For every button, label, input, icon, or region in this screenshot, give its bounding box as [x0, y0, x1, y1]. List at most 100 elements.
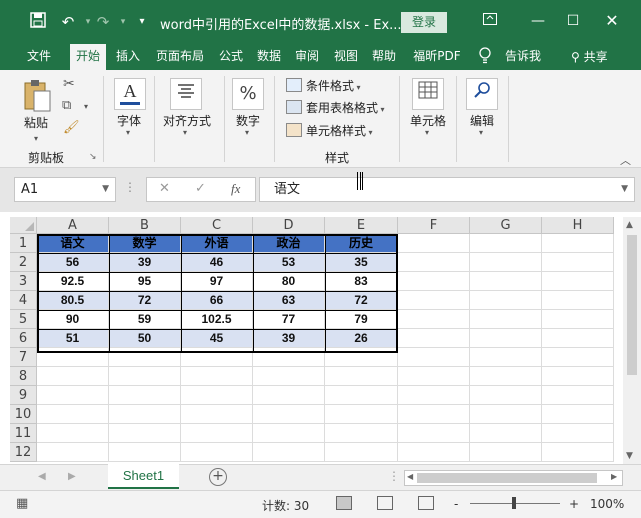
- cell-c9[interactable]: [181, 386, 253, 405]
- cell-h9[interactable]: [542, 386, 614, 405]
- tab-formulas[interactable]: 公式: [214, 44, 248, 70]
- row-header-10[interactable]: 10: [10, 405, 37, 424]
- format-as-table-button[interactable]: 套用表格格式 ▾: [286, 98, 385, 118]
- scroll-up-icon[interactable]: ▲: [626, 220, 633, 230]
- expand-formula-bar-icon[interactable]: ▼: [621, 178, 628, 201]
- add-sheet-icon[interactable]: +: [209, 468, 227, 486]
- alignment-dropdown-icon[interactable]: ▾: [183, 128, 187, 137]
- cell-g7[interactable]: [470, 348, 542, 367]
- cell-e3[interactable]: 83: [325, 272, 398, 291]
- cell-e7[interactable]: [325, 348, 398, 367]
- page-layout-view-icon[interactable]: [377, 496, 393, 510]
- tab-home[interactable]: 开始: [70, 44, 106, 70]
- share-button[interactable]: ⚲ 共享: [571, 48, 608, 65]
- horizontal-scrollbar[interactable]: ◀ ▶: [404, 470, 623, 486]
- cell-e12[interactable]: [325, 443, 398, 462]
- save-icon[interactable]: [28, 12, 48, 32]
- cell-h7[interactable]: [542, 348, 614, 367]
- horizontal-scroll-thumb[interactable]: [417, 473, 597, 483]
- row-header-1[interactable]: 1: [10, 234, 37, 253]
- column-header-d[interactable]: D: [253, 217, 325, 234]
- cell-f1[interactable]: [398, 234, 470, 253]
- cell-a7[interactable]: [37, 348, 109, 367]
- vertical-scroll-thumb[interactable]: [627, 235, 637, 375]
- dialog-launcher-icon[interactable]: ↘: [89, 152, 97, 162]
- scroll-right-icon[interactable]: ▶: [611, 472, 617, 481]
- cell-c3[interactable]: 97: [181, 272, 253, 291]
- cell-e5[interactable]: 79: [325, 310, 398, 329]
- sheet-tab-sheet1[interactable]: Sheet1: [108, 464, 179, 489]
- cell-e11[interactable]: [325, 424, 398, 443]
- cell-a1[interactable]: 语文: [37, 234, 109, 253]
- cell-c8[interactable]: [181, 367, 253, 386]
- login-button[interactable]: 登录: [401, 12, 447, 33]
- row-header-3[interactable]: 3: [10, 272, 37, 291]
- cells-group-button[interactable]: [412, 78, 444, 110]
- ribbon-display-icon[interactable]: [478, 9, 502, 33]
- cell-a5[interactable]: 90: [37, 310, 109, 329]
- close-icon[interactable]: ✕: [600, 9, 624, 33]
- customize-qat-icon[interactable]: ▾: [132, 12, 152, 32]
- name-box[interactable]: A1 ▼: [14, 177, 116, 202]
- cell-b1[interactable]: 数学: [109, 234, 181, 253]
- cell-styles-button[interactable]: 单元格样式 ▾: [286, 121, 373, 141]
- column-header-g[interactable]: G: [470, 217, 542, 234]
- cell-e10[interactable]: [325, 405, 398, 424]
- tab-page-layout[interactable]: 页面布局: [150, 44, 210, 70]
- cell-b5[interactable]: 59: [109, 310, 181, 329]
- row-header-12[interactable]: 12: [10, 443, 37, 462]
- worksheet-grid[interactable]: A B C D E F G H 1 语文 数学 外语 政治 历史 2 56 39 46 53 35 3 92.5 95 97 8…: [10, 217, 623, 464]
- copy-icon[interactable]: ⧉: [62, 98, 71, 113]
- next-sheet-icon[interactable]: ▶: [68, 471, 76, 482]
- cell-g9[interactable]: [470, 386, 542, 405]
- cell-a12[interactable]: [37, 443, 109, 462]
- minimize-icon[interactable]: —: [526, 9, 550, 33]
- cell-b12[interactable]: [109, 443, 181, 462]
- cell-c1[interactable]: 外语: [181, 234, 253, 253]
- redo-dropdown-icon[interactable]: ▾: [113, 12, 133, 32]
- cell-e1[interactable]: 历史: [325, 234, 398, 253]
- normal-view-icon[interactable]: [336, 496, 352, 510]
- row-header-7[interactable]: 7: [10, 348, 37, 367]
- vertical-scrollbar[interactable]: ▲ ▼: [623, 217, 641, 464]
- row-header-6[interactable]: 6: [10, 329, 37, 348]
- cell-h10[interactable]: [542, 405, 614, 424]
- tab-foxit-pdf[interactable]: 福昕PDF: [406, 44, 468, 70]
- page-break-view-icon[interactable]: [418, 496, 434, 510]
- column-header-f[interactable]: F: [398, 217, 470, 234]
- cell-h1[interactable]: [542, 234, 614, 253]
- cell-h4[interactable]: [542, 291, 614, 310]
- cell-g12[interactable]: [470, 443, 542, 462]
- cell-a9[interactable]: [37, 386, 109, 405]
- cell-f2[interactable]: [398, 253, 470, 272]
- cell-b11[interactable]: [109, 424, 181, 443]
- name-box-dropdown-icon[interactable]: ▼: [102, 178, 109, 201]
- formula-bar-grip-icon[interactable]: ⋮: [124, 180, 136, 194]
- cell-a6[interactable]: 51: [37, 329, 109, 348]
- cells-dropdown-icon[interactable]: ▾: [425, 128, 429, 137]
- cell-d11[interactable]: [253, 424, 325, 443]
- cell-e4[interactable]: 72: [325, 291, 398, 310]
- cell-a11[interactable]: [37, 424, 109, 443]
- cell-f6[interactable]: [398, 329, 470, 348]
- font-dropdown-icon[interactable]: ▾: [126, 128, 130, 137]
- column-header-h[interactable]: H: [542, 217, 614, 234]
- alignment-group-button[interactable]: [170, 78, 202, 110]
- cell-f11[interactable]: [398, 424, 470, 443]
- prev-sheet-icon[interactable]: ◀: [38, 471, 46, 482]
- cell-c7[interactable]: [181, 348, 253, 367]
- cell-f10[interactable]: [398, 405, 470, 424]
- select-all-corner[interactable]: [10, 217, 37, 234]
- insert-function-icon[interactable]: fx: [231, 181, 240, 197]
- cell-d1[interactable]: 政治: [253, 234, 325, 253]
- cell-h2[interactable]: [542, 253, 614, 272]
- cell-d10[interactable]: [253, 405, 325, 424]
- conditional-formatting-button[interactable]: 条件格式 ▾: [286, 76, 361, 96]
- count-summary[interactable]: 计数: 30: [262, 497, 309, 514]
- cell-d2[interactable]: 53: [253, 253, 325, 272]
- macro-record-icon[interactable]: ▦: [16, 496, 28, 511]
- lightbulb-icon[interactable]: [476, 47, 494, 67]
- cut-icon[interactable]: ✂: [63, 76, 75, 92]
- cell-g4[interactable]: [470, 291, 542, 310]
- copy-dropdown-icon[interactable]: ▾: [84, 102, 88, 111]
